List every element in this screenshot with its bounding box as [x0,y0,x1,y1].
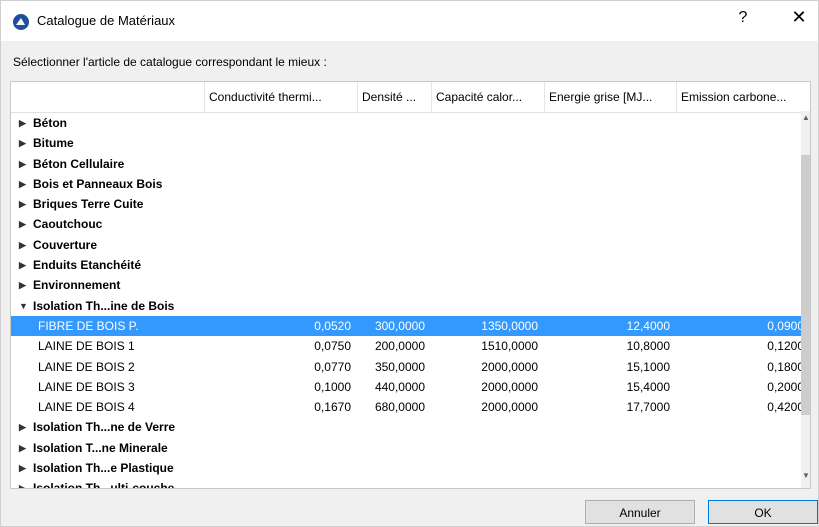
cell-emission: 0,1200 [767,339,804,354]
tree-group-row[interactable]: ▶ Isolation Th...ne de Verre [11,417,810,437]
cell-emission: 0,0900 [767,318,804,333]
group-label: Isolation Th...ine de Bois [33,298,175,313]
cell-energie: 10,8000 [626,339,670,354]
cell-emission: 0,1800 [767,359,804,374]
group-label: Enduits Etanchéité [33,258,142,273]
group-label: Isolation Th...e Plastique [33,461,174,476]
cell-densite: 200,0000 [374,339,425,354]
window-title: Catalogue de Matériaux [37,13,176,28]
cell-emission: 0,2000 [767,379,804,394]
expand-triangle-icon[interactable]: ▶ [19,154,26,174]
group-label: Environnement [33,278,121,293]
cell-densite: 350,0000 [374,359,425,374]
column-header-densite[interactable]: Densité ... [357,82,431,112]
column-header-energie[interactable]: Energie grise [MJ... [544,82,676,112]
table-header: Conductivité thermi... Densité ... Capac… [11,82,810,113]
cell-capacite: 2000,0000 [481,400,538,415]
cell-emission: 0,4200 [767,400,804,415]
expand-triangle-icon[interactable]: ▶ [19,438,26,458]
collapse-triangle-icon[interactable]: ▼ [19,296,28,316]
material-name: LAINE DE BOIS 2 [38,359,135,374]
close-button[interactable]: ✕ [784,7,814,28]
cell-energie: 12,4000 [626,318,670,333]
tree-group-row[interactable]: ▶ Briques Terre Cuite [11,194,810,214]
catalogue-table: Conductivité thermi... Densité ... Capac… [10,81,811,489]
material-name: FIBRE DE BOIS P. [38,318,139,333]
group-label: Bitume [33,136,74,151]
group-label: Béton Cellulaire [33,156,125,171]
column-header-conductivite[interactable]: Conductivité thermi... [204,82,357,112]
group-label: Bois et Panneaux Bois [33,176,163,191]
cell-densite: 680,0000 [374,400,425,415]
expand-triangle-icon[interactable]: ▶ [19,478,26,488]
group-label: Béton [33,116,67,130]
tree-group-row[interactable]: ▶ Caoutchouc [11,214,810,234]
tree-group-row[interactable]: ▶ Enduits Etanchéité [11,255,810,275]
column-header-capacite[interactable]: Capacité calor... [431,82,544,112]
tree-group-row[interactable]: ▶ Béton [11,113,810,133]
cell-energie: 17,7000 [626,400,670,415]
expand-triangle-icon[interactable]: ▶ [19,174,26,194]
expand-triangle-icon[interactable]: ▶ [19,458,26,478]
cancel-button[interactable]: Annuler [585,500,695,524]
group-label: Briques Terre Cuite [33,197,144,212]
cell-energie: 15,1000 [626,359,670,374]
tree-group-row[interactable]: ▶ Isolation Th...ulti-couche [11,478,810,489]
table-row[interactable]: FIBRE DE BOIS P. 0,0520 300,0000 1350,0000 1… [11,315,810,337]
group-label: Couverture [33,237,98,252]
archicad-logo-icon [13,14,29,30]
material-name: LAINE DE BOIS 1 [38,339,135,354]
scrollbar-thumb[interactable] [801,155,810,415]
ok-button[interactable]: OK [708,500,818,524]
cell-conductivite: 0,0770 [314,359,351,374]
tree-group-row[interactable]: ▶ Isolation T...ne Minerale [11,438,810,458]
cell-densite: 300,0000 [374,318,425,333]
group-label: Isolation T...ne Minerale [33,440,168,455]
group-label: Caoutchouc [33,217,103,232]
material-name: LAINE DE BOIS 4 [38,400,135,415]
help-button[interactable]: ? [731,9,755,27]
expand-triangle-icon[interactable]: ▶ [19,133,26,153]
expand-triangle-icon[interactable]: ▶ [19,255,26,275]
cell-energie: 15,4000 [626,379,670,394]
tree-group-row[interactable]: ▶ Isolation Th...e Plastique [11,458,810,478]
expand-triangle-icon[interactable]: ▶ [19,417,26,437]
tree-group-row[interactable]: ▶ Environnement [11,275,810,295]
cell-conductivite: 0,1000 [314,379,351,394]
cell-conductivite: 0,1670 [314,400,351,415]
expand-triangle-icon[interactable]: ▶ [19,235,26,255]
group-label: Isolation Th...ulti-couche [33,481,175,489]
tree-group-row[interactable]: ▶ Bois et Panneaux Bois [11,174,810,194]
cell-conductivite: 0,0520 [314,318,351,333]
title-bar: Catalogue de Matériaux ? ✕ [1,1,818,41]
expand-triangle-icon[interactable]: ▶ [19,275,26,295]
table-rows: ▶ Béton ▶ Bitume ▶ Béton Cellulaire ▶ Bois et P… [11,113,810,489]
scroll-up-icon[interactable]: ▲ [802,113,810,122]
tree-group-row[interactable]: ▼ Isolation Th...ine de Bois [11,296,810,316]
tree-group-row[interactable]: ▶ Béton Cellulaire [11,154,810,174]
table-row[interactable]: LAINE DE BOIS 2 0,0770 350,0000 2000,0000 15… [11,357,810,377]
expand-triangle-icon[interactable]: ▶ [19,194,26,214]
tree-group-row[interactable]: ▶ Bitume [11,133,810,153]
cell-capacite: 1510,0000 [481,339,538,354]
cell-capacite: 1350,0000 [481,318,538,333]
table-row[interactable]: LAINE DE BOIS 3 0,1000 440,0000 2000,0000 15… [11,377,810,397]
expand-triangle-icon[interactable]: ▶ [19,113,26,133]
material-name: LAINE DE BOIS 3 [38,379,135,394]
cell-capacite: 2000,0000 [481,379,538,394]
table-row[interactable]: LAINE DE BOIS 1 0,0750 200,0000 1510,0000 10… [11,336,810,356]
scroll-down-icon[interactable]: ▼ [802,471,810,480]
column-header-emission[interactable]: Emission carbone... [676,82,810,112]
group-label: Isolation Th...ne de Verre [33,420,176,435]
cell-capacite: 2000,0000 [481,359,538,374]
table-row[interactable]: LAINE DE BOIS 4 0,1670 680,0000 2000,0000 17… [11,397,810,417]
cell-conductivite: 0,0750 [314,339,351,354]
cell-densite: 440,0000 [374,379,425,394]
prompt-label: Sélectionner l'article de catalogue corr… [13,55,327,69]
catalogue-dialog: Catalogue de Matériaux ? ✕ Sélectionner … [0,0,819,527]
vertical-scrollbar[interactable]: ▲ ▼ [801,111,810,488]
expand-triangle-icon[interactable]: ▶ [19,214,26,234]
tree-group-row[interactable]: ▶ Couverture [11,235,810,255]
